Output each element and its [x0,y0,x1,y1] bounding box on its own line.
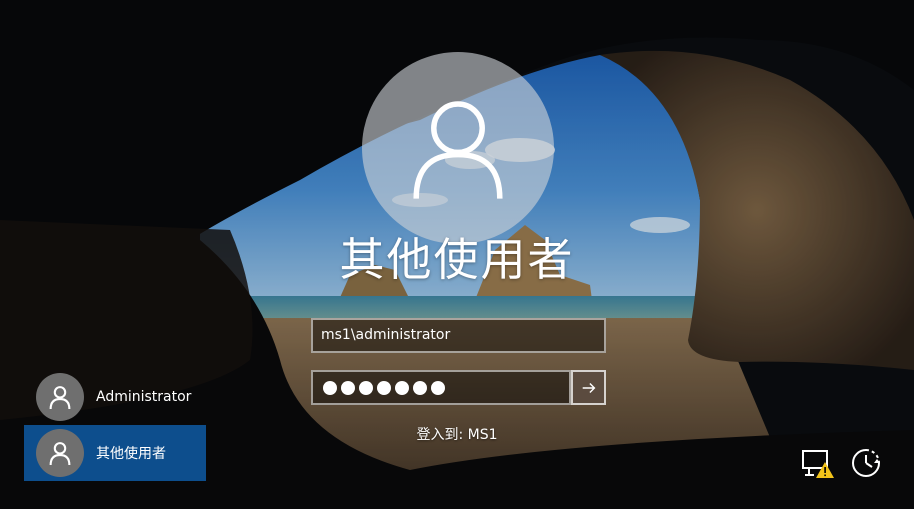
user-tile-label: Administrator [96,389,192,405]
password-input[interactable] [311,370,571,405]
sign-in-target: 登入到: MS1 [416,427,498,443]
username-value: ms1\administrator [321,327,451,343]
person-icon [49,442,71,466]
person-icon [49,386,71,410]
arrow-right-icon [582,382,595,393]
user-tile-administrator[interactable]: Administrator [24,369,206,425]
avatar [36,373,84,421]
password-dot [413,380,427,395]
password-mask [321,372,561,403]
account-name-heading: 其他使用者 [339,233,575,286]
avatar [36,429,84,477]
user-tile-other-user[interactable]: 其他使用者 [24,425,206,481]
person-icon [413,101,503,199]
password-dot [395,380,409,395]
ease-of-access-icon[interactable] [849,446,883,480]
network-warning-icon[interactable] [801,446,835,480]
password-dot [359,380,373,395]
submit-button[interactable] [571,370,606,405]
user-avatar [362,52,554,244]
password-dot [377,380,391,395]
user-tile-label: 其他使用者 [96,446,166,462]
username-input[interactable]: ms1\administrator [311,318,606,353]
password-dot [341,380,355,395]
password-dot [323,380,337,395]
password-dot [431,380,445,395]
